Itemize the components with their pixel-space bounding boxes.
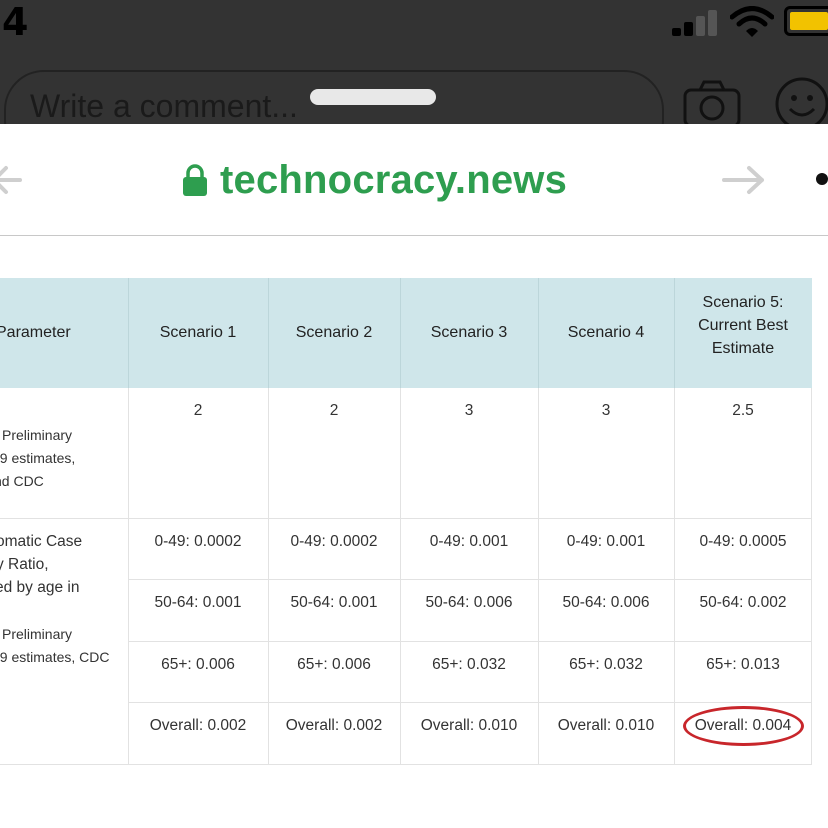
overall-s3: Overall: 0.010 — [420, 717, 518, 734]
row-divider — [128, 702, 812, 703]
header-parameter: Parameter — [0, 324, 71, 341]
row1-param-line1: Preliminary — [2, 427, 73, 443]
row2-param-line1: omatic Case — [0, 533, 83, 550]
row1-value-s2: 2 — [329, 402, 339, 419]
column-divider — [400, 388, 401, 764]
age-65-plus-s1: 65+: 0.006 — [161, 656, 235, 673]
age-0-49-s1: 0-49: 0.0002 — [154, 533, 242, 550]
cellular-signal-icon — [672, 8, 722, 36]
header-scenario-4: Scenario 4 — [567, 324, 645, 341]
age-0-49-s5: 0-49: 0.0005 — [699, 533, 787, 550]
row1-value-s3: 3 — [464, 402, 474, 419]
row-divider — [0, 518, 812, 519]
row2-param-line5: 19 estimates, CDC — [0, 649, 110, 665]
row1-value-s4: 3 — [601, 402, 611, 419]
column-divider — [811, 388, 812, 764]
header-scenario-5-line2: Current Best — [698, 317, 788, 334]
age-50-64-s2: 50-64: 0.001 — [290, 594, 378, 611]
emoji-icon[interactable] — [774, 76, 828, 124]
red-highlight-circle — [683, 706, 804, 746]
status-time: 4 — [2, 0, 29, 44]
age-0-49-s3: 0-49: 0.001 — [429, 533, 509, 550]
row-divider — [128, 641, 812, 642]
row1-param-line3: nd CDC — [0, 473, 44, 489]
age-0-49-s2: 0-49: 0.0002 — [290, 533, 378, 550]
header-scenario-2: Scenario 2 — [295, 324, 373, 341]
forward-arrow-icon[interactable] — [722, 160, 766, 200]
overall-s4: Overall: 0.010 — [557, 717, 655, 734]
column-divider — [268, 388, 269, 764]
column-divider — [128, 388, 129, 764]
row2-param-line3: ed by age in — [0, 579, 80, 596]
age-0-49-s4: 0-49: 0.001 — [566, 533, 646, 550]
wifi-icon — [730, 6, 774, 37]
age-65-plus-s2: 65+: 0.006 — [297, 656, 371, 673]
age-50-64-s5: 50-64: 0.002 — [699, 594, 787, 611]
age-65-plus-s5: 65+: 0.013 — [706, 656, 780, 673]
age-50-64-s3: 50-64: 0.006 — [425, 594, 513, 611]
age-50-64-s4: 50-64: 0.006 — [562, 594, 650, 611]
age-65-plus-s3: 65+: 0.032 — [432, 656, 506, 673]
camera-icon[interactable] — [682, 78, 742, 124]
sheet-grab-handle[interactable] — [310, 89, 436, 105]
battery-icon — [784, 6, 828, 36]
header-scenario-3: Scenario 3 — [430, 324, 508, 341]
back-arrow-icon[interactable] — [0, 160, 26, 200]
header-scenario-1: Scenario 1 — [159, 324, 237, 341]
age-50-64-s1: 50-64: 0.001 — [154, 594, 242, 611]
row-divider — [128, 579, 812, 580]
overall-s2: Overall: 0.002 — [285, 717, 383, 734]
row1-value-s1: 2 — [193, 402, 203, 419]
row2-param-line2: y Ratio, — [0, 556, 49, 573]
row1-param-line2: 19 estimates, — [0, 450, 76, 466]
row1-value-s5: 2.5 — [732, 402, 754, 419]
header-scenario-5-line1: Scenario 5: — [702, 294, 784, 311]
column-divider — [538, 388, 539, 764]
menu-dots-icon[interactable] — [816, 173, 828, 185]
lock-icon — [183, 164, 207, 196]
overall-s1: Overall: 0.002 — [149, 717, 247, 734]
row2-param-line4: Preliminary — [2, 626, 73, 642]
url-text[interactable]: technocracy.news — [220, 158, 567, 203]
dimmed-background: 4 Write a comment... — [0, 0, 828, 124]
comment-placeholder: Write a comment... — [30, 88, 298, 124]
row-divider — [0, 764, 812, 765]
column-divider — [674, 388, 675, 764]
header-scenario-5-line3: Estimate — [711, 340, 775, 357]
age-65-plus-s4: 65+: 0.032 — [569, 656, 643, 673]
